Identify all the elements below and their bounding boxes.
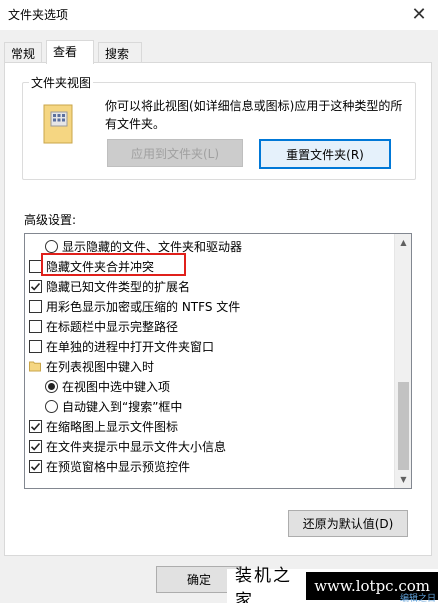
scroll-up-icon[interactable]: ▲ <box>395 234 411 251</box>
settings-item[interactable]: 在文件夹提示中显示文件大小信息 <box>29 436 226 456</box>
settings-item[interactable]: 隐藏文件夹合并冲突 <box>29 256 154 276</box>
settings-item: 在列表视图中键入时 <box>29 356 154 376</box>
tab-view[interactable]: 查看 <box>46 40 94 64</box>
checkbox-checked[interactable] <box>29 419 42 433</box>
checkbox[interactable] <box>29 319 42 333</box>
settings-item[interactable]: 用彩色显示加密或压缩的 NTFS 文件 <box>29 296 240 316</box>
scroll-down-icon[interactable]: ▼ <box>395 471 411 488</box>
settings-item-label: 在标题栏中显示完整路径 <box>46 319 179 334</box>
advanced-settings-list[interactable]: 显示隐藏的文件、文件夹和驱动器隐藏文件夹合并冲突隐藏已知文件类型的扩展名用彩色显… <box>24 233 412 489</box>
folder-views-label: 文件夹视图 <box>29 74 94 91</box>
settings-item[interactable]: 在标题栏中显示完整路径 <box>29 316 178 336</box>
settings-item[interactable]: 在单独的进程中打开文件夹窗口 <box>29 336 214 356</box>
advanced-settings-label: 高级设置: <box>24 213 77 227</box>
settings-item-label: 显示隐藏的文件、文件夹和驱动器 <box>62 239 243 254</box>
apply-to-folders-button[interactable]: 应用到文件夹(L) <box>107 139 243 167</box>
radio[interactable] <box>45 239 58 253</box>
restore-defaults-button[interactable]: 还原为默认值(D) <box>288 510 408 537</box>
radio[interactable] <box>45 399 58 413</box>
settings-item[interactable]: 在缩略图上显示文件图标 <box>29 416 178 436</box>
close-icon[interactable]: ✕ <box>406 2 432 26</box>
reset-folders-button[interactable]: 重置文件夹(R) <box>259 139 391 169</box>
radio-selected[interactable] <box>45 379 58 393</box>
checkbox[interactable] <box>29 259 42 273</box>
checkbox-checked[interactable] <box>29 459 42 473</box>
folder-views-description: 你可以将此视图(如详细信息或图标)应用于这种类型的所有文件夹。 <box>105 99 403 131</box>
folder-views-icon <box>43 104 73 144</box>
settings-item[interactable]: 在预览窗格中显示预览控件 <box>29 456 190 476</box>
settings-item-label: 隐藏文件夹合并冲突 <box>46 259 155 274</box>
scroll-thumb[interactable] <box>398 382 409 470</box>
folder-views-group: 文件夹视图 你可以将此视图(如详细信息或图标)应用于这种类型的所有文件夹。 应用… <box>22 74 416 180</box>
watermark-text: 装机之家 <box>235 566 292 603</box>
watermark-subtitle: 编辑之日 <box>399 594 436 603</box>
settings-item-label: 在列表视图中键入时 <box>46 359 155 374</box>
title-bar: 文件夹选项 ✕ <box>0 0 438 30</box>
settings-item[interactable]: 隐藏已知文件类型的扩展名 <box>29 276 190 296</box>
settings-item-label: 隐藏已知文件类型的扩展名 <box>46 279 191 294</box>
settings-item-label: 在视图中选中键入项 <box>62 379 171 394</box>
settings-item[interactable]: 显示隐藏的文件、文件夹和驱动器 <box>45 236 242 256</box>
checkbox-checked[interactable] <box>29 279 42 293</box>
settings-item-label: 用彩色显示加密或压缩的 NTFS 文件 <box>46 299 241 314</box>
settings-item[interactable]: 自动键入到“搜索”框中 <box>45 396 182 416</box>
window-title: 文件夹选项 <box>8 8 69 22</box>
checkbox-checked[interactable] <box>29 439 42 453</box>
folder-icon <box>29 361 41 372</box>
tab-search[interactable]: 搜索 <box>98 42 142 62</box>
settings-item-label: 在单独的进程中打开文件夹窗口 <box>46 339 215 354</box>
watermark: 装机之家 www.lotpc.com 编辑之日 <box>227 566 438 603</box>
settings-item-label: 自动键入到“搜索”框中 <box>62 399 183 414</box>
vertical-scrollbar[interactable]: ▲ ▼ <box>394 234 411 488</box>
checkbox[interactable] <box>29 299 42 313</box>
settings-item-label: 在缩略图上显示文件图标 <box>46 419 179 434</box>
settings-item-label: 在预览窗格中显示预览控件 <box>46 459 191 474</box>
settings-item[interactable]: 在视图中选中键入项 <box>45 376 170 396</box>
checkbox[interactable] <box>29 339 42 353</box>
settings-item-label: 在文件夹提示中显示文件大小信息 <box>46 439 227 454</box>
tab-general[interactable]: 常规 <box>4 42 42 62</box>
